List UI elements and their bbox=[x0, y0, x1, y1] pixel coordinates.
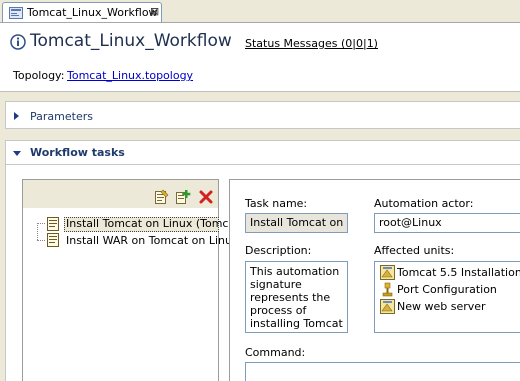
affected-units-label: Affected units: bbox=[374, 244, 455, 257]
automation-actor-input[interactable]: root@Linux bbox=[374, 213, 520, 233]
affected-unit-label: Port Configuration bbox=[397, 283, 497, 296]
tree-connector bbox=[37, 223, 39, 240]
tree-connector bbox=[37, 240, 45, 242]
info-icon bbox=[10, 34, 26, 50]
unit-icon bbox=[380, 265, 395, 280]
status-messages-link[interactable]: Status Messages (0|0|1) bbox=[245, 37, 378, 50]
task-icon bbox=[47, 217, 59, 231]
unit-icon bbox=[380, 299, 395, 314]
affected-unit-label: New web server bbox=[397, 300, 486, 313]
topology-label: Topology: bbox=[13, 69, 65, 82]
task-name-label: Task name: bbox=[245, 197, 308, 210]
task-item-label: Install WAR on Tomcat on Linux bbox=[66, 234, 239, 247]
editor-tab[interactable]: Tomcat_Linux_Workflow ⊠ bbox=[2, 2, 162, 22]
command-textarea[interactable] bbox=[245, 362, 520, 381]
port-icon bbox=[382, 282, 393, 297]
task-list-panel bbox=[22, 179, 219, 381]
expand-arrow-icon[interactable] bbox=[14, 112, 19, 120]
tree-connector bbox=[37, 223, 45, 225]
collapse-arrow-icon[interactable] bbox=[13, 151, 21, 156]
task-name-field: Install Tomcat on Li bbox=[245, 213, 348, 233]
task-icon bbox=[47, 233, 59, 247]
editor-tab-label: Tomcat_Linux_Workflow bbox=[27, 6, 158, 19]
edit-task-icon[interactable] bbox=[153, 189, 169, 205]
command-label: Command: bbox=[245, 346, 306, 359]
workflow-tasks-section-title[interactable]: Workflow tasks bbox=[30, 146, 125, 159]
automation-actor-label: Automation actor: bbox=[374, 197, 474, 210]
task-item-label: Install Tomcat on Linux (Tomcat bbox=[66, 217, 240, 230]
topology-link[interactable]: Tomcat_Linux.topology bbox=[67, 69, 193, 82]
delete-icon[interactable] bbox=[198, 189, 214, 205]
close-icon[interactable]: ⊠ bbox=[150, 5, 159, 18]
description-label: Description: bbox=[245, 244, 312, 257]
affected-unit-label: Tomcat 5.5 Installation bbox=[397, 266, 520, 279]
section-divider bbox=[6, 164, 520, 165]
description-textarea[interactable]: This automation signature represents the… bbox=[245, 261, 348, 333]
add-task-icon[interactable] bbox=[175, 189, 191, 205]
parameters-section-title[interactable]: Parameters bbox=[30, 110, 93, 123]
page-title: Tomcat_Linux_Workflow bbox=[30, 31, 232, 51]
workflow-editor-icon bbox=[9, 7, 23, 19]
